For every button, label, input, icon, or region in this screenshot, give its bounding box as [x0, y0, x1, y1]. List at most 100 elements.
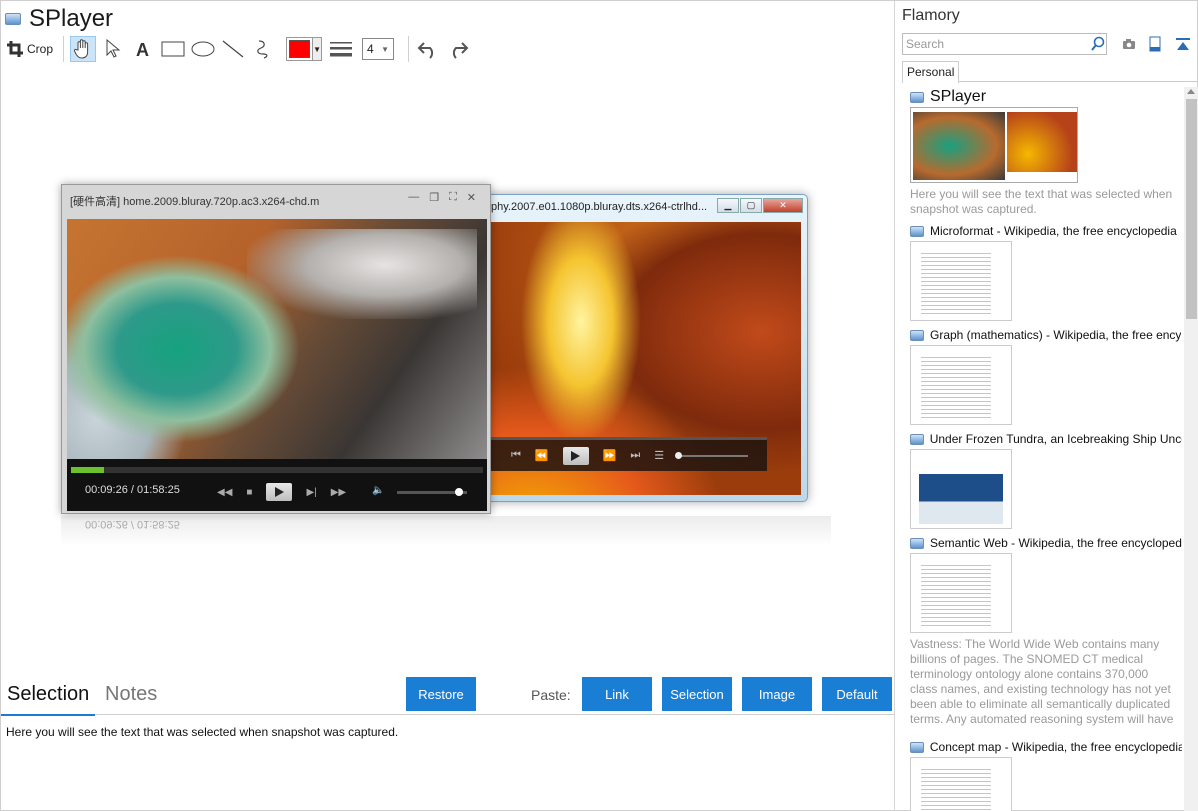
- maximize-icon: ▢: [740, 198, 762, 213]
- list-item-header: Concept map - Wikipedia, the free encycl…: [910, 739, 1182, 755]
- color-picker[interactable]: ▼: [286, 37, 323, 61]
- list-item-header: SPlayer: [910, 88, 1182, 105]
- list-item-header: Under Frozen Tundra, an Icebreaking Ship…: [910, 431, 1182, 447]
- freehand-tool-button[interactable]: [250, 36, 276, 62]
- app-icon: [910, 225, 924, 237]
- play-icon: [266, 483, 293, 501]
- page-button[interactable]: [1146, 35, 1164, 53]
- line-width-button[interactable]: [328, 36, 354, 62]
- list-item-description: Here you will see the text that was sele…: [910, 187, 1173, 216]
- chevron-down-icon: ▼: [381, 44, 390, 54]
- tab-divider: [958, 81, 1198, 82]
- app-icon: [910, 91, 924, 103]
- app-icon: [910, 329, 924, 341]
- selection-text[interactable]: Here you will see the text that was sele…: [6, 725, 398, 739]
- rectangle-icon: [161, 41, 185, 57]
- front-player-window: [硬件高清] home.2009.bluray.720p.ac3.x264-ch…: [61, 184, 491, 514]
- list-item-title: SPlayer: [930, 88, 987, 105]
- minimize-icon: ▁: [717, 198, 739, 213]
- snapshot-thumbnail: [910, 757, 1012, 811]
- search-icon[interactable]: [1090, 36, 1106, 52]
- paste-default-button[interactable]: Default: [822, 677, 892, 711]
- app-title: SPlayer: [29, 5, 114, 32]
- freehand-icon: [257, 40, 268, 59]
- list-item-title: Microformat - Wikipedia, the free encycl…: [930, 224, 1177, 238]
- ellipse-tool-button[interactable]: [190, 36, 216, 62]
- paste-image-button[interactable]: Image: [742, 677, 812, 711]
- snapshot-list: SPlayer Here you will see the text that …: [896, 87, 1184, 811]
- fullscreen-icon: ⛶: [449, 191, 457, 203]
- snapshot-image[interactable]: phy.2007.e01.1080p.bluray.dts.x264-ctrlh…: [61, 184, 831, 546]
- undo-button[interactable]: [415, 36, 441, 62]
- list-item-header: Semantic Web - Wikipedia, the free encyc…: [910, 535, 1182, 551]
- paste-selection-button[interactable]: Selection: [662, 677, 732, 711]
- crop-button[interactable]: Crop: [7, 36, 53, 62]
- scroll-thumb[interactable]: [1186, 99, 1197, 319]
- close-icon: ✕: [466, 192, 476, 204]
- editor-pane: SPlayer Crop A ▼ 4 ▼ phy.2007.e01.1080p.…: [0, 1, 895, 811]
- page-icon: [1149, 36, 1161, 52]
- list-scrollbar[interactable]: [1184, 87, 1198, 811]
- close-icon: ✕: [763, 198, 803, 213]
- snapshot-thumbnail: [910, 449, 1012, 529]
- redo-icon: [452, 42, 469, 59]
- line-tool-button[interactable]: [220, 36, 246, 62]
- forward-icon: ⏩: [602, 450, 617, 462]
- hand-tool-button[interactable]: [70, 36, 97, 62]
- thumb-video-right: [1007, 112, 1077, 172]
- thumb-photo: [919, 474, 1003, 524]
- line-icon: [222, 40, 244, 58]
- camera-button[interactable]: [1120, 35, 1138, 53]
- title-row: SPlayer: [5, 5, 113, 33]
- rectangle-tool-button[interactable]: [160, 36, 186, 62]
- back-window-title: phy.2007.e01.1080p.bluray.dts.x264-ctrlh…: [491, 201, 708, 213]
- list-item-description: Vastness: The World Wide Web contains ma…: [910, 637, 1174, 726]
- select-tool-button[interactable]: [100, 36, 126, 62]
- toolbar-separator: [408, 36, 410, 62]
- text-icon: A: [136, 40, 149, 58]
- list-item-title: Under Frozen Tundra, an Icebreaking Ship…: [929, 432, 1182, 446]
- seek-bar: [675, 451, 749, 459]
- seek-bar: [71, 467, 483, 473]
- restore-button[interactable]: Restore: [406, 677, 476, 711]
- list-item[interactable]: Graph (mathematics) - Wikipedia, the fre…: [910, 327, 1182, 425]
- list-item[interactable]: SPlayer Here you will see the text that …: [910, 88, 1182, 217]
- tab-selection[interactable]: Selection: [0, 683, 96, 716]
- tab-notes[interactable]: Notes: [105, 683, 157, 706]
- line-width-icon: [330, 42, 353, 57]
- search-input[interactable]: [903, 34, 1090, 54]
- paste-link-button[interactable]: Link: [582, 677, 652, 711]
- paste-label: Paste:: [531, 687, 571, 703]
- redo-button[interactable]: [445, 36, 471, 62]
- line-width-select[interactable]: 4 ▼: [362, 38, 395, 60]
- thumb-video-left: [913, 112, 1005, 180]
- list-item[interactable]: Microformat - Wikipedia, the free encycl…: [910, 223, 1182, 321]
- crop-label: Crop: [27, 42, 54, 56]
- list-item-title: Graph (mathematics) - Wikipedia, the fre…: [930, 328, 1182, 342]
- step-forward-icon: ▶|: [306, 486, 317, 498]
- tab-personal[interactable]: Personal: [902, 61, 960, 83]
- restore-icon: ❐: [429, 192, 440, 204]
- list-item[interactable]: Semantic Web - Wikipedia, the free encyc…: [910, 535, 1182, 727]
- camera-icon: [1123, 39, 1135, 49]
- undo-icon: [417, 42, 434, 59]
- text-tool-button[interactable]: A: [130, 36, 156, 62]
- list-item[interactable]: Under Frozen Tundra, an Icebreaking Ship…: [910, 431, 1182, 529]
- list-item[interactable]: Concept map - Wikipedia, the free encycl…: [910, 739, 1182, 811]
- reflection: 00:09:26 / 01:58:25: [61, 516, 831, 546]
- search-box: [902, 33, 1107, 55]
- seek-progress: [71, 467, 104, 473]
- list-item-title: Semantic Web - Wikipedia, the free encyc…: [930, 536, 1182, 550]
- list-item-title: Concept map - Wikipedia, the free encycl…: [929, 740, 1182, 754]
- ellipse-icon: [191, 41, 215, 57]
- rewind-icon: ⏪: [534, 450, 549, 462]
- svg-text:A: A: [136, 40, 149, 58]
- skip-back-icon: ⏮: [511, 449, 521, 461]
- reflection-text: 00:09:26 / 01:58:25: [85, 518, 180, 530]
- flamory-panel: Flamory Personal SPlayer: [896, 1, 1198, 811]
- collapse-button[interactable]: [1174, 35, 1192, 53]
- scroll-up-icon[interactable]: [1187, 89, 1195, 94]
- playlist-icon: ☰: [654, 450, 665, 462]
- snapshot-thumbnail: [910, 241, 1012, 321]
- hand-icon: [74, 39, 89, 59]
